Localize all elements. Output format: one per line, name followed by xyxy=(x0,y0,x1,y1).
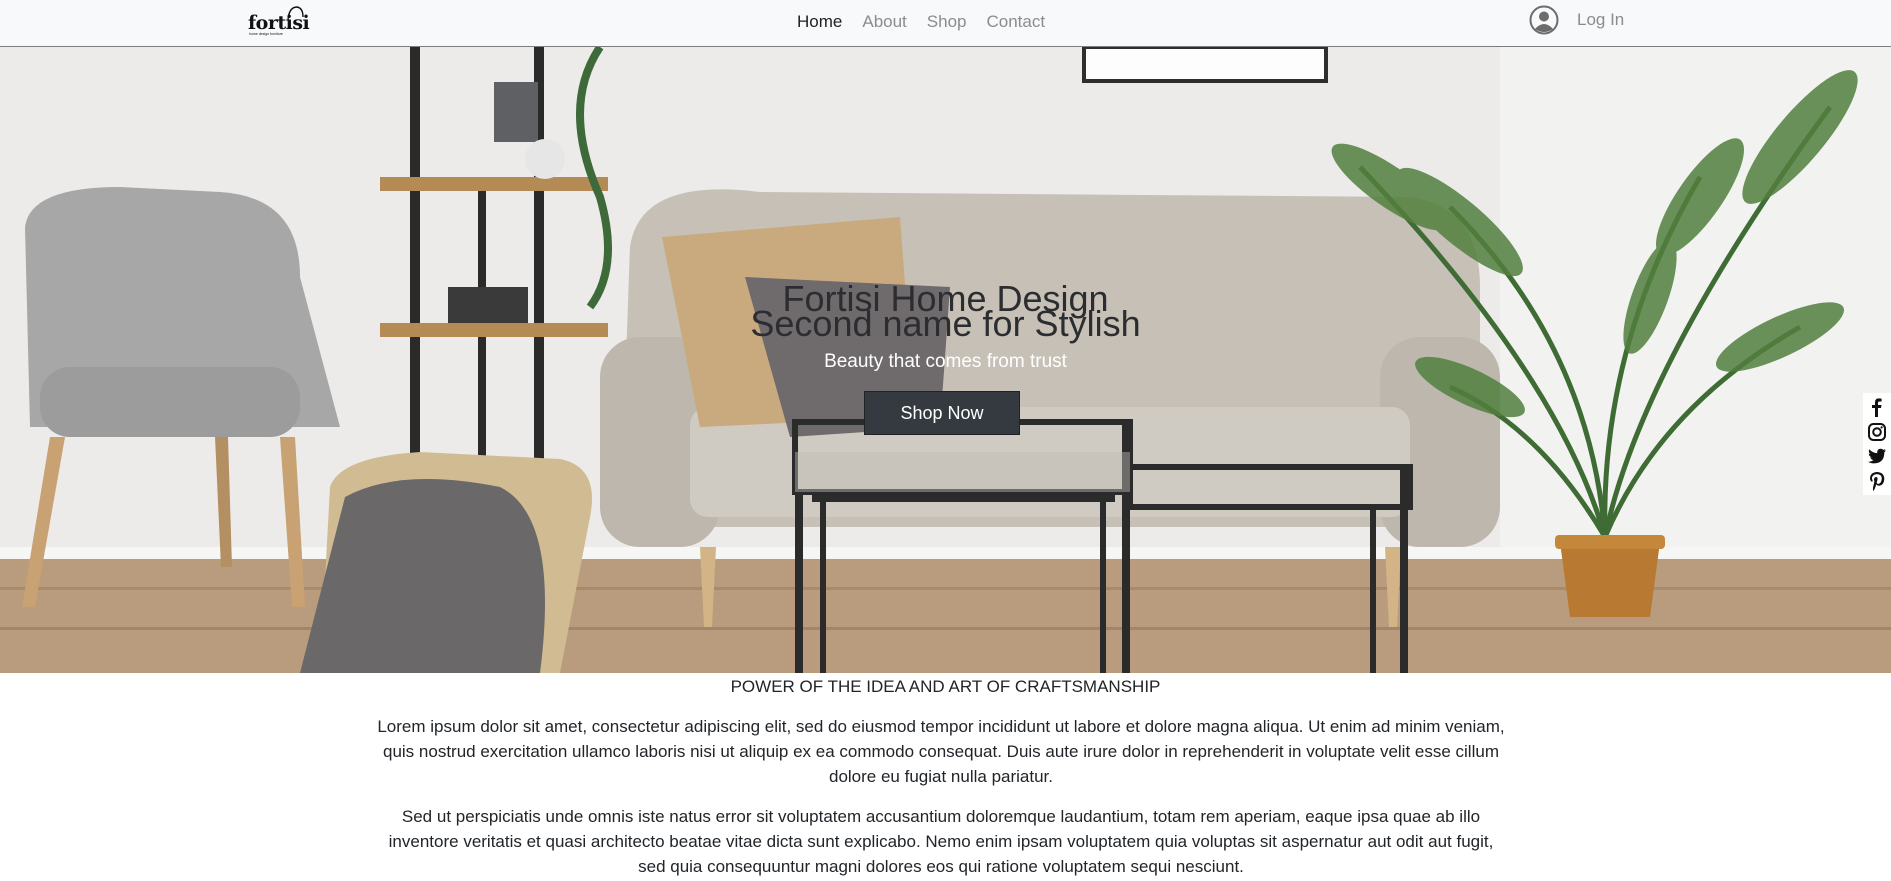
facebook-icon[interactable] xyxy=(1867,397,1887,418)
twitter-icon[interactable] xyxy=(1867,446,1887,466)
pinterest-icon[interactable] xyxy=(1867,471,1887,491)
hero-title-line2: Second name for Stylish xyxy=(750,303,1141,344)
shop-now-button[interactable]: Shop Now xyxy=(864,391,1020,435)
section-heading: POWER OF THE IDEA AND ART OF CRAFTSMANSH… xyxy=(730,677,1161,696)
social-links xyxy=(1863,393,1891,495)
navbar: fortisi home design furniture Home About… xyxy=(0,0,1891,47)
nav-about-link[interactable]: About xyxy=(862,12,906,32)
brand-logo[interactable]: fortisi home design furniture xyxy=(248,5,312,37)
logo-subtext: home design furniture xyxy=(249,32,283,36)
logo-text: fortisi xyxy=(248,12,310,34)
hero-subtitle: Beauty that comes from trust xyxy=(824,351,1067,372)
instagram-icon[interactable] xyxy=(1867,422,1887,442)
intro-paragraph-1: Lorem ipsum dolor sit amet, consectetur … xyxy=(377,717,1505,786)
login-link[interactable]: Log In xyxy=(1577,10,1624,30)
user-account-icon[interactable] xyxy=(1529,5,1559,35)
nav-contact-link[interactable]: Contact xyxy=(987,12,1046,32)
hero-banner: Fortisi Home Design Second name for Styl… xyxy=(0,47,1891,673)
nav-home-link[interactable]: Home xyxy=(797,12,842,32)
main-nav: Home About Shop Contact xyxy=(797,12,1045,32)
intro-paragraph-2: Sed ut perspiciatis unde omnis iste natu… xyxy=(388,807,1494,876)
nav-shop-link[interactable]: Shop xyxy=(927,12,967,32)
